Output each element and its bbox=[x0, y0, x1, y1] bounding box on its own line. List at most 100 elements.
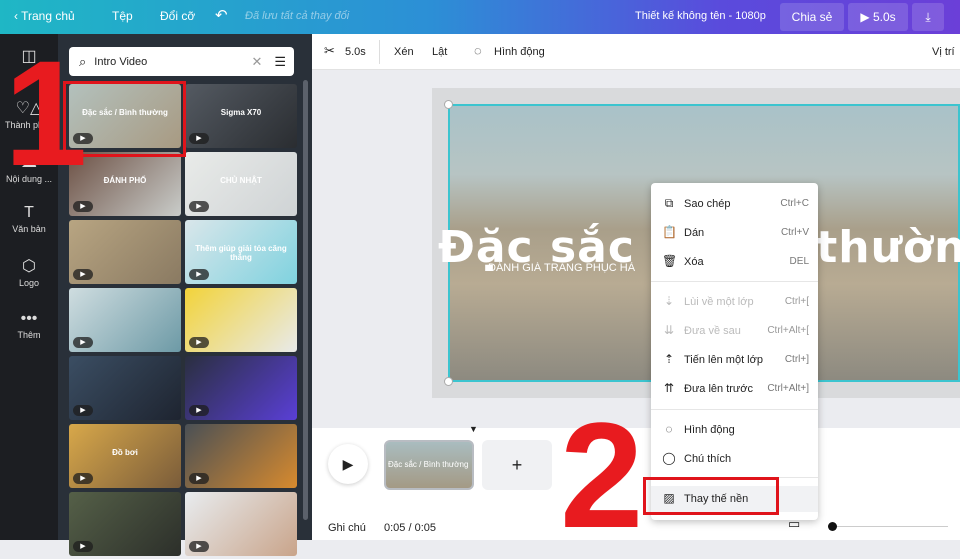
play-button[interactable]: ▶ 5.0s bbox=[848, 3, 908, 31]
step-number-1: 1 bbox=[4, 29, 88, 197]
search-input[interactable]: Intro Video bbox=[94, 56, 251, 68]
menu-item-label: Tiến lên một lớp bbox=[684, 354, 763, 366]
template-thumbnail[interactable]: CHỦ NHẬT ▶ bbox=[185, 152, 297, 216]
menu-item[interactable]: ⇈ Đưa lên trước Ctrl+Alt+] bbox=[651, 376, 818, 402]
play-icon: ▶ bbox=[189, 269, 209, 280]
play-icon: ▶ bbox=[189, 405, 209, 416]
menu-item[interactable]: ⧉ Sao chép Ctrl+C bbox=[651, 191, 818, 217]
template-thumbnail[interactable]: ▶ bbox=[69, 288, 181, 352]
scissors-icon[interactable]: ✂ bbox=[324, 43, 335, 59]
thumbnail-text: Thêm giúp giải tỏa căng thẳng bbox=[195, 244, 287, 262]
undo-icon[interactable]: ↶ bbox=[215, 6, 228, 24]
more-icon: ••• bbox=[20, 310, 38, 327]
menu-item-icon: ⇊ bbox=[663, 323, 675, 337]
share-button[interactable]: Chia sẻ bbox=[780, 3, 844, 31]
download-button[interactable]: ⤓ bbox=[912, 3, 944, 31]
menu-item[interactable]: ⇊ Đưa về sau Ctrl+Alt+[ bbox=[651, 318, 818, 344]
menu-item-icon: ◯ bbox=[662, 451, 676, 465]
editor-toolbar: ✂ 5.0s Xén Lật ◌ Hình động Vị trí bbox=[312, 34, 960, 70]
rail-logo[interactable]: ⬡ Logo bbox=[0, 256, 58, 288]
template-thumbnail[interactable]: ▶ bbox=[185, 492, 297, 556]
zoom-slider[interactable] bbox=[828, 526, 948, 527]
resize-handle[interactable] bbox=[444, 377, 453, 386]
search-box[interactable]: ⌕ Intro Video ✕ ☰ bbox=[69, 47, 294, 76]
resize-menu[interactable]: Đổi cỡ bbox=[160, 9, 195, 23]
animate-icon: ◌ bbox=[474, 43, 482, 58]
rail-text[interactable]: T Văn bản bbox=[0, 204, 58, 234]
rail-more[interactable]: ••• Thêm bbox=[0, 310, 58, 340]
menu-item-label: Chú thích bbox=[684, 453, 732, 465]
timeline-clip[interactable]: Đặc sắc / Bình thường bbox=[384, 440, 474, 490]
menu-item[interactable]: ◌ Hình động bbox=[651, 417, 818, 443]
animate-button[interactable]: Hình động bbox=[494, 46, 545, 58]
step-number-2: 2 bbox=[560, 391, 644, 559]
menu-item-label: Dán bbox=[684, 227, 705, 239]
template-thumbnail[interactable]: Sigma X70 ▶ bbox=[185, 84, 297, 148]
menu-item-icon: ⇈ bbox=[663, 381, 675, 395]
position-button[interactable]: Vị trí bbox=[932, 46, 955, 58]
timeline-play-button[interactable]: ▶ bbox=[328, 444, 368, 484]
menu-item[interactable]: ⇡ Tiến lên một lớp Ctrl+] bbox=[651, 347, 818, 373]
menu-item-icon: ⇣ bbox=[663, 294, 675, 308]
play-icon: ▶ bbox=[73, 541, 93, 552]
menu-divider bbox=[651, 409, 818, 410]
menu-item[interactable]: ⇣ Lùi về một lớp Ctrl+[ bbox=[651, 289, 818, 315]
template-thumbnail[interactable]: ▶ bbox=[69, 492, 181, 556]
design-title[interactable]: Thiết kế không tên - 1080p bbox=[635, 10, 766, 22]
template-thumbnail[interactable]: ▶ bbox=[185, 356, 297, 420]
rail-label: Thêm bbox=[17, 330, 41, 340]
highlight-box-2 bbox=[643, 477, 779, 515]
template-thumbnail[interactable]: ▶ bbox=[185, 424, 297, 488]
template-thumbnail[interactable]: ▶ bbox=[69, 220, 181, 284]
menu-item-shortcut: Ctrl+] bbox=[784, 354, 809, 365]
clip-label: Đặc sắc / Bình thường bbox=[388, 460, 469, 469]
menu-item[interactable]: 🗑 Xóa DEL bbox=[651, 249, 818, 275]
filter-icon[interactable]: ☰ bbox=[274, 54, 286, 70]
crop-button[interactable]: Xén bbox=[394, 46, 414, 58]
rail-label: Văn bản bbox=[12, 224, 46, 234]
menu-item-icon: ⧉ bbox=[664, 196, 674, 210]
notes-button[interactable]: Ghi chú bbox=[328, 522, 366, 534]
canvas-subline[interactable]: ĐÁNH GIÁ TRANG PHỤC HÀ bbox=[488, 262, 658, 274]
clear-icon[interactable]: ✕ bbox=[251, 54, 262, 70]
play-icon: ▶ bbox=[189, 201, 209, 212]
logo-icon: ⬡ bbox=[22, 258, 36, 275]
flip-button[interactable]: Lật bbox=[432, 46, 447, 58]
duration-button[interactable]: 5.0s bbox=[345, 46, 366, 58]
menu-item-shortcut: DEL bbox=[789, 256, 809, 267]
home-link[interactable]: ‹ Trang chủ bbox=[14, 9, 75, 23]
play-icon: ▶ bbox=[189, 133, 209, 144]
menu-item-icon: 🗑 bbox=[662, 254, 678, 268]
menu-item-label: Lùi về một lớp bbox=[684, 296, 754, 308]
menu-item-shortcut: Ctrl+[ bbox=[784, 296, 809, 307]
zoom-slider-thumb[interactable] bbox=[828, 522, 837, 531]
play-icon: ▶ bbox=[73, 201, 93, 212]
context-menu: ⧉ Sao chép Ctrl+C 📋 Dán Ctrl+V 🗑 Xóa DEL ⇣ Lùi về … bbox=[651, 183, 818, 520]
menu-item-shortcut: Ctrl+C bbox=[780, 198, 809, 209]
file-menu[interactable]: Tệp bbox=[112, 9, 133, 23]
template-thumbnail[interactable]: ▶ bbox=[185, 288, 297, 352]
play-icon: ▶ bbox=[189, 337, 209, 348]
menu-item[interactable]: ◯ Chú thích bbox=[651, 446, 818, 472]
menu-item[interactable]: 📋 Dán Ctrl+V bbox=[651, 220, 818, 246]
resize-handle[interactable] bbox=[444, 100, 453, 109]
download-icon: ⤓ bbox=[925, 9, 931, 24]
menu-item-shortcut: Ctrl+Alt+] bbox=[767, 383, 809, 394]
play-duration: 5.0s bbox=[872, 10, 896, 24]
template-thumbnail[interactable]: Đồ bơi ▶ bbox=[69, 424, 181, 488]
play-icon: ▶ bbox=[860, 10, 873, 24]
playhead-icon[interactable]: ▼ bbox=[469, 424, 478, 434]
divider bbox=[379, 40, 380, 64]
add-page-button[interactable]: + bbox=[482, 440, 552, 490]
thumbnail-text: Sigma X70 bbox=[220, 108, 262, 117]
template-thumbnail[interactable]: Thêm giúp giải tỏa căng thẳng ▶ bbox=[185, 220, 297, 284]
play-icon: ▶ bbox=[73, 269, 93, 280]
play-icon: ▶ bbox=[73, 405, 93, 416]
play-icon: ▶ bbox=[73, 473, 93, 484]
panel-scrollbar[interactable] bbox=[303, 80, 308, 520]
menu-item-shortcut: Ctrl+V bbox=[780, 227, 809, 238]
time-readout: 0:05 / 0:05 bbox=[384, 522, 436, 534]
text-icon: T bbox=[24, 204, 34, 221]
template-thumbnail[interactable]: ▶ bbox=[69, 356, 181, 420]
thumbnail-text: Đồ bơi bbox=[112, 448, 138, 457]
